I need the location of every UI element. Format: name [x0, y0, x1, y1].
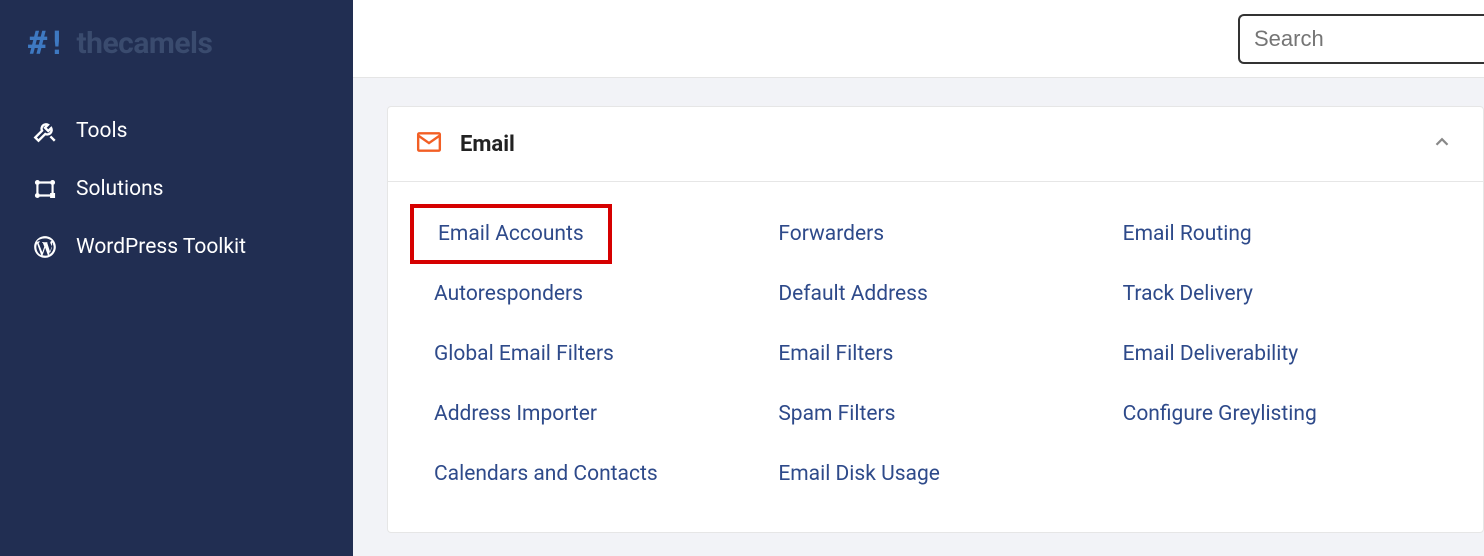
email-link-track-delivery[interactable]: Track Delivery: [1113, 264, 1447, 324]
chevron-up-icon[interactable]: [1431, 131, 1453, 157]
email-column-3: Email Routing Track Delivery Email Deliv…: [1113, 204, 1447, 504]
email-link-calendars-and-contacts[interactable]: Calendars and Contacts: [424, 444, 758, 504]
tools-icon: [32, 118, 58, 144]
search-input[interactable]: [1254, 26, 1470, 52]
email-link-email-filters[interactable]: Email Filters: [768, 324, 1102, 384]
email-link-configure-greylisting[interactable]: Configure Greylisting: [1113, 384, 1447, 444]
content-area: Email Email Accounts Autoresponders Glob…: [353, 78, 1484, 556]
search-container[interactable]: [1238, 14, 1484, 64]
email-link-spam-filters[interactable]: Spam Filters: [768, 384, 1102, 444]
panel-title: Email: [460, 132, 515, 157]
solutions-icon: [32, 176, 58, 202]
email-link-forwarders[interactable]: Forwarders: [768, 204, 1102, 264]
sidebar-nav: Tools Solutions WordPress Toolkit: [0, 86, 353, 292]
email-icon: [416, 129, 442, 159]
email-link-email-accounts[interactable]: Email Accounts: [410, 204, 612, 264]
sidebar-item-wordpress[interactable]: WordPress Toolkit: [0, 218, 353, 276]
brand-logo[interactable]: #! thecamels: [0, 0, 353, 86]
email-link-email-disk-usage[interactable]: Email Disk Usage: [768, 444, 1102, 504]
sidebar: #! thecamels Tools Sol: [0, 0, 353, 556]
panel-header[interactable]: Email: [388, 107, 1483, 182]
email-column-1: Email Accounts Autoresponders Global Ema…: [424, 204, 758, 504]
panel-body: Email Accounts Autoresponders Global Ema…: [388, 182, 1483, 532]
sidebar-item-label: Solutions: [76, 177, 164, 201]
email-link-global-email-filters[interactable]: Global Email Filters: [424, 324, 758, 384]
email-link-default-address[interactable]: Default Address: [768, 264, 1102, 324]
email-link-address-importer[interactable]: Address Importer: [424, 384, 758, 444]
email-link-autoresponders[interactable]: Autoresponders: [424, 264, 758, 324]
brand-text: thecamels: [77, 26, 213, 61]
email-column-2: Forwarders Default Address Email Filters…: [768, 204, 1102, 504]
sidebar-item-label: Tools: [76, 119, 127, 143]
email-panel: Email Email Accounts Autoresponders Glob…: [387, 106, 1484, 533]
sidebar-item-label: WordPress Toolkit: [76, 235, 246, 259]
topbar: [353, 0, 1484, 78]
brand-mark-icon: #!: [28, 24, 67, 62]
email-link-email-deliverability[interactable]: Email Deliverability: [1113, 324, 1447, 384]
email-link-email-routing[interactable]: Email Routing: [1113, 204, 1447, 264]
sidebar-item-tools[interactable]: Tools: [0, 102, 353, 160]
main-area: Email Email Accounts Autoresponders Glob…: [353, 0, 1484, 556]
sidebar-item-solutions[interactable]: Solutions: [0, 160, 353, 218]
wordpress-icon: [32, 234, 58, 260]
